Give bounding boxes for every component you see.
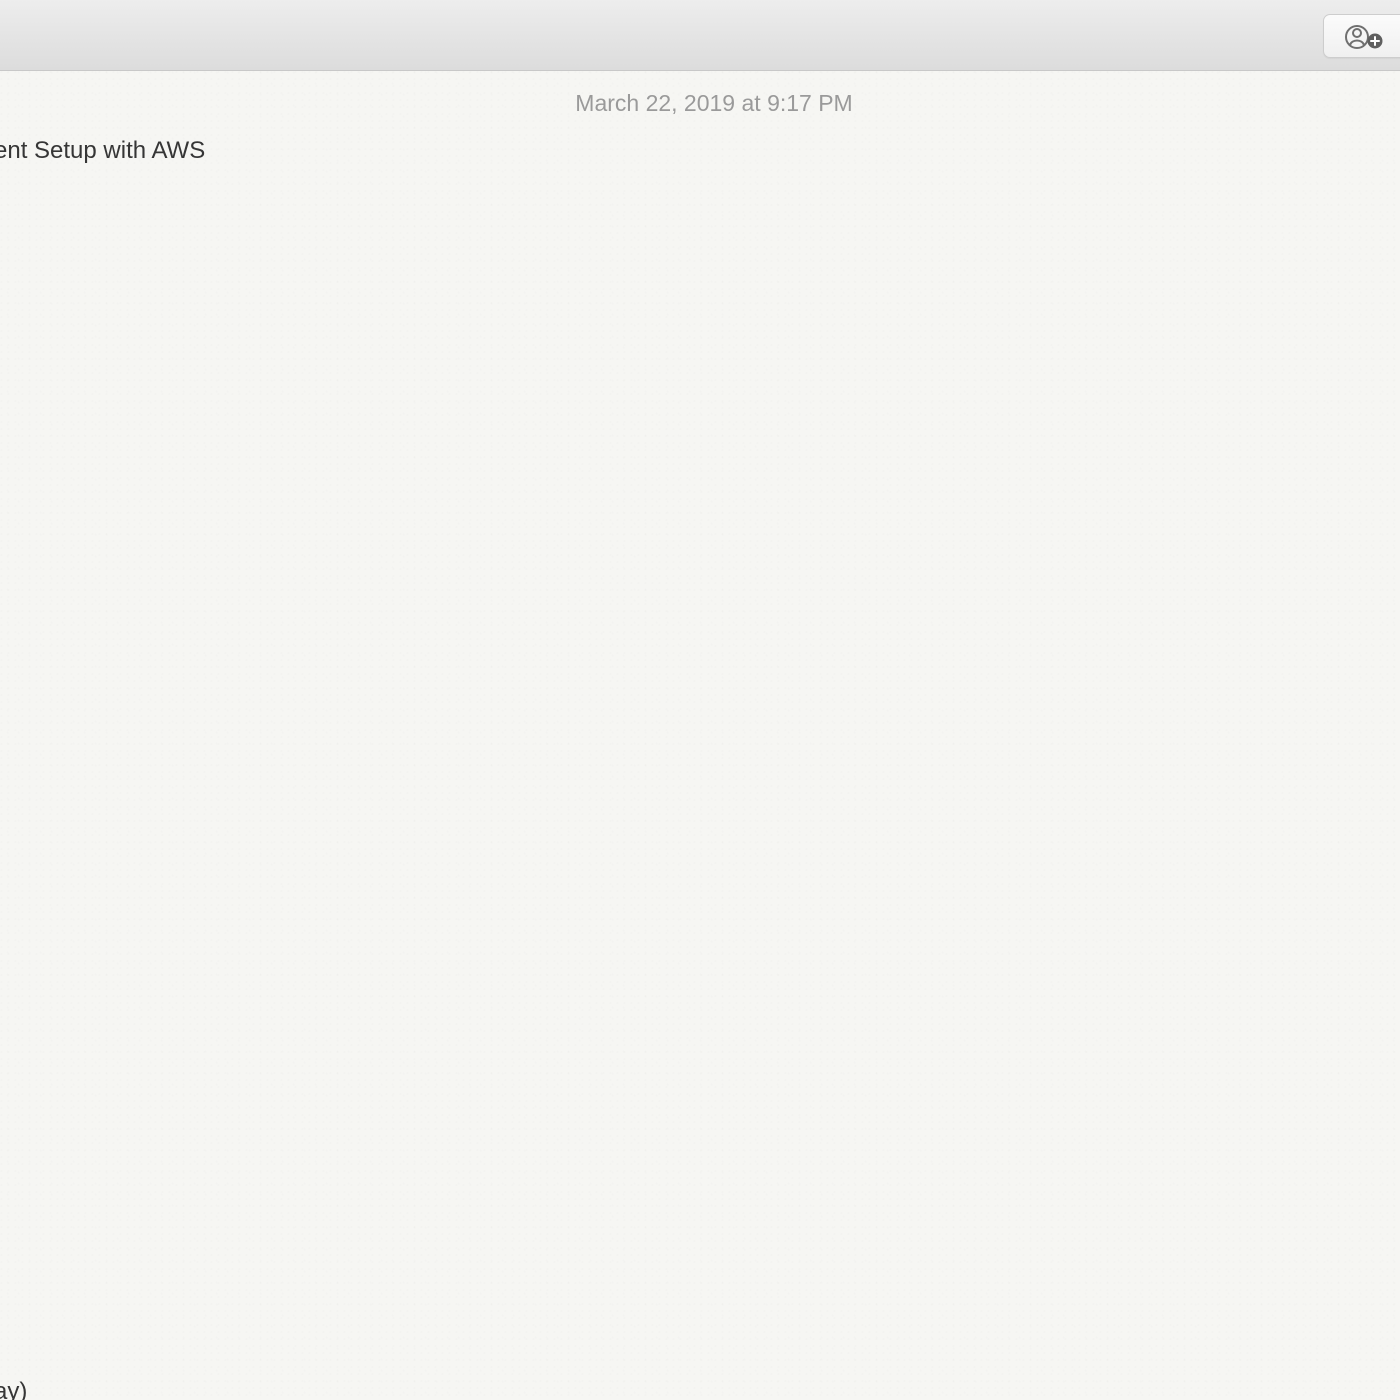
note-line[interactable]: ent Setup with AWS [0, 134, 205, 168]
note-editor[interactable]: ent Setup with AWS ay) [0, 131, 1400, 1400]
add-person-icon [1345, 25, 1383, 49]
note-date: March 22, 2019 at 9:17 PM [575, 90, 853, 116]
add-people-button[interactable] [1323, 14, 1400, 58]
notes-window: March 22, 2019 at 9:17 PM ent Setup with… [0, 0, 1400, 1400]
note-line[interactable]: ay) [0, 1375, 27, 1400]
toolbar [0, 0, 1400, 71]
